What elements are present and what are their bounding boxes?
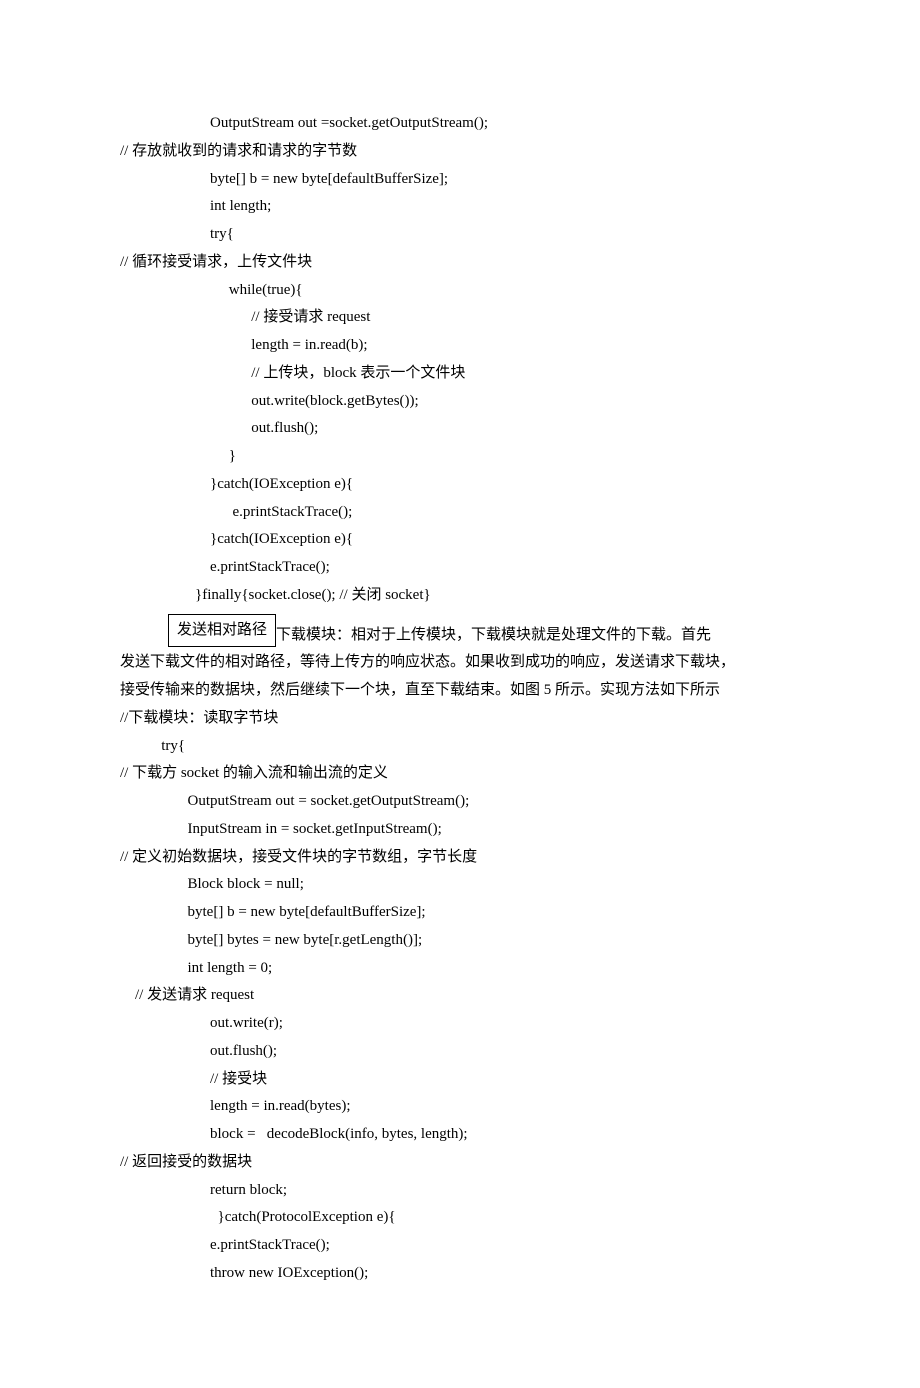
code-line: while(true){ bbox=[120, 277, 800, 305]
boxed-paragraph-row: 发送相对路径 下载模块：相对于上传模块，下载模块就是处理文件的下载。首先 bbox=[168, 614, 800, 650]
code-line: return block; bbox=[120, 1177, 800, 1205]
code-line: byte[] b = new byte[defaultBufferSize]; bbox=[120, 899, 800, 927]
code-line: try{ bbox=[120, 221, 800, 249]
code-line: // 定义初始数据块，接受文件块的字节数组，字节长度 bbox=[120, 844, 800, 872]
code-line: // 发送请求 request bbox=[120, 982, 800, 1010]
code-line: e.printStackTrace(); bbox=[120, 1232, 800, 1260]
paragraph-text: 发送下载文件的相对路径，等待上传方的响应状态。如果收到成功的响应，发送请求下载块… bbox=[120, 649, 800, 677]
paragraph-text: 下载模块：相对于上传模块，下载模块就是处理文件的下载。首先 bbox=[276, 622, 800, 650]
code-line: }catch(ProtocolException e){ bbox=[120, 1204, 800, 1232]
code-line: e.printStackTrace(); bbox=[120, 554, 800, 582]
code-line: // 接受块 bbox=[120, 1066, 800, 1094]
code-line: out.write(r); bbox=[120, 1010, 800, 1038]
code-line: throw new IOException(); bbox=[120, 1260, 800, 1288]
code-line: // 存放就收到的请求和请求的字节数 bbox=[120, 138, 800, 166]
code-line: //下载模块：读取字节块 bbox=[120, 705, 800, 733]
code-line: }catch(IOException e){ bbox=[120, 526, 800, 554]
code-line: Block block = null; bbox=[120, 871, 800, 899]
code-line: // 接受请求 request bbox=[120, 304, 800, 332]
paragraph-text: 接受传输来的数据块，然后继续下一个块，直至下载结束。如图 5 所示。实现方法如下… bbox=[120, 677, 800, 705]
code-line: byte[] b = new byte[defaultBufferSize]; bbox=[120, 166, 800, 194]
code-line: } bbox=[120, 443, 800, 471]
code-line: // 上传块，block 表示一个文件块 bbox=[120, 360, 800, 388]
document-page: OutputStream out =socket.getOutputStream… bbox=[0, 0, 920, 1388]
code-line: out.flush(); bbox=[120, 415, 800, 443]
code-line: int length; bbox=[120, 193, 800, 221]
code-line: // 返回接受的数据块 bbox=[120, 1149, 800, 1177]
code-line: length = in.read(bytes); bbox=[120, 1093, 800, 1121]
code-line: OutputStream out =socket.getOutputStream… bbox=[120, 110, 800, 138]
code-line: // 循环接受请求，上传文件块 bbox=[120, 249, 800, 277]
code-line: OutputStream out = socket.getOutputStrea… bbox=[120, 788, 800, 816]
code-line: // 下载方 socket 的输入流和输出流的定义 bbox=[120, 760, 800, 788]
code-line: out.flush(); bbox=[120, 1038, 800, 1066]
code-line: }finally{socket.close(); // 关闭 socket} bbox=[120, 582, 800, 610]
code-line: }catch(IOException e){ bbox=[120, 471, 800, 499]
boxed-label: 发送相对路径 bbox=[168, 614, 276, 648]
code-line: byte[] bytes = new byte[r.getLength()]; bbox=[120, 927, 800, 955]
code-line: InputStream in = socket.getInputStream()… bbox=[120, 816, 800, 844]
code-line: block = decodeBlock(info, bytes, length)… bbox=[120, 1121, 800, 1149]
code-line: try{ bbox=[120, 733, 800, 761]
code-line: int length = 0; bbox=[120, 955, 800, 983]
code-line: out.write(block.getBytes()); bbox=[120, 388, 800, 416]
code-line: length = in.read(b); bbox=[120, 332, 800, 360]
code-line: e.printStackTrace(); bbox=[120, 499, 800, 527]
